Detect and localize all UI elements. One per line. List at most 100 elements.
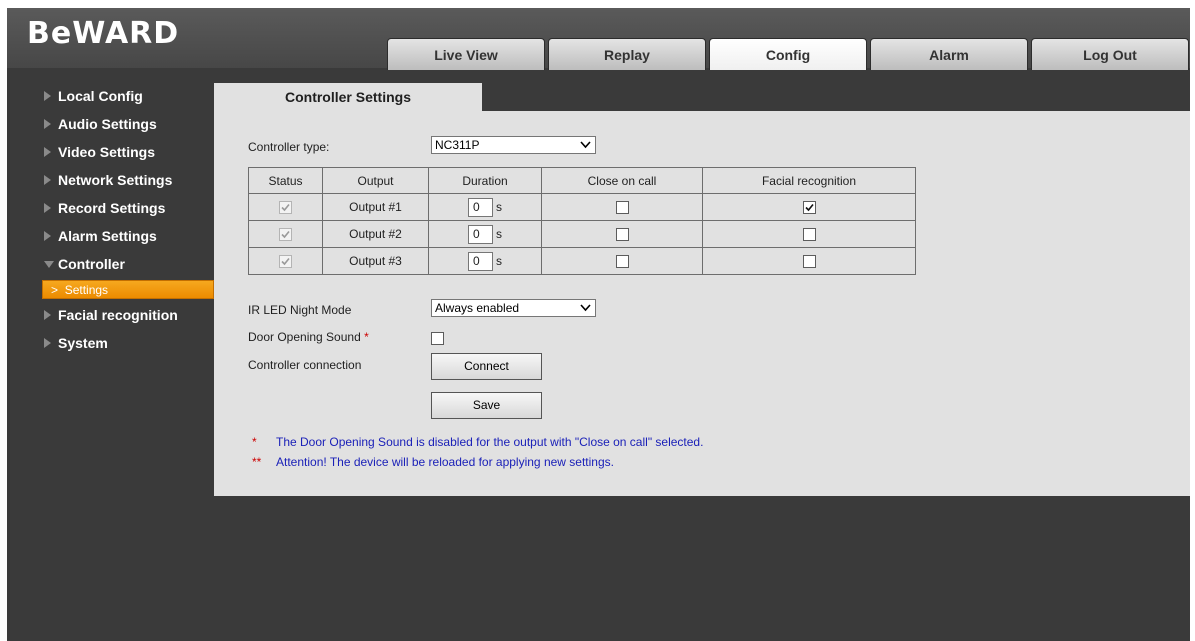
sidebar-item-controller[interactable]: Controller: [7, 254, 217, 282]
status-checkbox: [279, 201, 292, 215]
door-sound-label-text: Door Opening Sound: [248, 330, 361, 344]
sidebar-item-label: Audio Settings: [58, 116, 157, 132]
controller-type-select[interactable]: NC311P: [431, 136, 596, 154]
sidebar-item-label: Controller: [58, 256, 125, 272]
triangle-right-icon: [44, 203, 51, 213]
controller-settings-panel: Controller type: NC311P Status Output Du…: [214, 111, 1190, 496]
chevron-down-icon: [580, 141, 591, 149]
triangle-down-icon: [44, 261, 54, 268]
sidebar-item-network-settings[interactable]: Network Settings: [7, 170, 217, 198]
footnote-marker: *: [252, 435, 257, 449]
sidebar-item-local-config[interactable]: Local Config: [7, 86, 217, 114]
footnote-text: Attention! The device will be reloaded f…: [276, 455, 614, 469]
sidebar-item-video-settings[interactable]: Video Settings: [7, 142, 217, 170]
tab-alarm[interactable]: Alarm: [870, 38, 1028, 70]
ir-led-select[interactable]: Always enabled: [431, 299, 596, 317]
tab-log-out[interactable]: Log Out: [1031, 38, 1189, 70]
footnote-1: * The Door Opening Sound is disabled for …: [252, 435, 703, 449]
door-sound-label: Door Opening Sound *: [248, 330, 369, 344]
footnote-2: ** Attention! The device will be reloaded…: [252, 455, 614, 469]
check-icon: [281, 231, 290, 239]
sidebar-item-system[interactable]: System: [7, 333, 217, 361]
ir-led-label: IR LED Night Mode: [248, 303, 352, 317]
triangle-right-icon: [44, 338, 51, 348]
app-window: BeWARD Live View Replay Config Alarm Log…: [7, 8, 1190, 641]
duration-input[interactable]: 0: [468, 224, 493, 244]
footnote-marker: **: [252, 455, 262, 469]
tab-live-view[interactable]: Live View: [387, 38, 545, 70]
close-on-call-checkbox[interactable]: [615, 201, 629, 215]
status-cell: [248, 247, 323, 275]
table-row: Output #1 0s: [248, 193, 916, 221]
sidebar-item-label: Video Settings: [58, 144, 155, 160]
sidebar-item-label: Record Settings: [58, 200, 166, 216]
door-sound-checkbox[interactable]: [431, 332, 444, 345]
duration-unit: s: [496, 200, 502, 214]
column-header-close-on-call: Close on call: [541, 167, 703, 194]
status-cell: [248, 193, 323, 221]
outputs-table: Status Output Duration Close on call Fac…: [248, 167, 916, 275]
brand-logo: BeWARD: [27, 16, 180, 51]
table-row: Output #2 0s: [248, 220, 916, 248]
triangle-right-icon: [44, 91, 51, 101]
close-on-call-checkbox[interactable]: [615, 255, 629, 269]
status-checkbox: [279, 255, 292, 269]
duration-input[interactable]: 0: [468, 197, 493, 217]
status-checkbox: [279, 228, 292, 242]
tab-replay[interactable]: Replay: [548, 38, 706, 70]
table-row: Output #3 0s: [248, 247, 916, 275]
close-on-call-cell: [541, 220, 703, 248]
duration-input[interactable]: 0: [468, 251, 493, 271]
triangle-right-icon: [44, 231, 51, 241]
check-icon: [804, 204, 814, 212]
controller-type-label: Controller type:: [248, 140, 330, 154]
facial-recognition-checkbox[interactable]: [802, 255, 816, 269]
facial-recognition-cell: [702, 220, 916, 248]
ir-led-value: Always enabled: [435, 301, 520, 315]
sidebar-item-label: Local Config: [58, 88, 143, 104]
close-on-call-cell: [541, 193, 703, 221]
facial-recognition-checkbox[interactable]: [802, 201, 816, 215]
facial-recognition-cell: [702, 193, 916, 221]
duration-cell: 0s: [428, 220, 542, 248]
column-header-output: Output: [322, 167, 429, 194]
chevron-right-icon: >: [51, 283, 59, 297]
save-button[interactable]: Save: [431, 392, 542, 419]
facial-recognition-cell: [702, 247, 916, 275]
duration-unit: s: [496, 227, 502, 241]
output-name-cell: Output #1: [322, 193, 429, 221]
sidebar-subitem-settings[interactable]: > Settings: [42, 280, 214, 299]
duration-cell: 0s: [428, 193, 542, 221]
facial-recognition-checkbox[interactable]: [802, 228, 816, 242]
duration-cell: 0s: [428, 247, 542, 275]
close-on-call-checkbox[interactable]: [615, 228, 629, 242]
duration-unit: s: [496, 254, 502, 268]
sidebar: Local Config Audio Settings Video Settin…: [7, 86, 217, 361]
check-icon: [281, 204, 290, 212]
sidebar-item-label: System: [58, 335, 108, 351]
check-icon: [281, 258, 290, 266]
required-marker: *: [364, 330, 369, 344]
status-cell: [248, 220, 323, 248]
column-header-duration: Duration: [428, 167, 542, 194]
sidebar-item-audio-settings[interactable]: Audio Settings: [7, 114, 217, 142]
sidebar-item-label: Network Settings: [58, 172, 173, 188]
tab-config[interactable]: Config: [709, 38, 867, 70]
triangle-right-icon: [44, 119, 51, 129]
controller-connection-label: Controller connection: [248, 358, 362, 372]
table-header-row: Status Output Duration Close on call Fac…: [248, 167, 916, 194]
sidebar-item-record-settings[interactable]: Record Settings: [7, 198, 217, 226]
output-name-cell: Output #3: [322, 247, 429, 275]
connect-button[interactable]: Connect: [431, 353, 542, 380]
close-on-call-cell: [541, 247, 703, 275]
output-name-cell: Output #2: [322, 220, 429, 248]
header-bar: BeWARD Live View Replay Config Alarm Log…: [7, 8, 1190, 70]
sidebar-item-label: Alarm Settings: [58, 228, 157, 244]
sidebar-item-facial-recognition[interactable]: Facial recognition: [7, 305, 217, 333]
column-header-facial-recognition: Facial recognition: [702, 167, 916, 194]
column-header-status: Status: [248, 167, 323, 194]
tab-controller-settings[interactable]: Controller Settings: [214, 83, 482, 111]
sidebar-item-alarm-settings[interactable]: Alarm Settings: [7, 226, 217, 254]
triangle-right-icon: [44, 310, 51, 320]
sidebar-subitem-label: Settings: [64, 283, 109, 297]
